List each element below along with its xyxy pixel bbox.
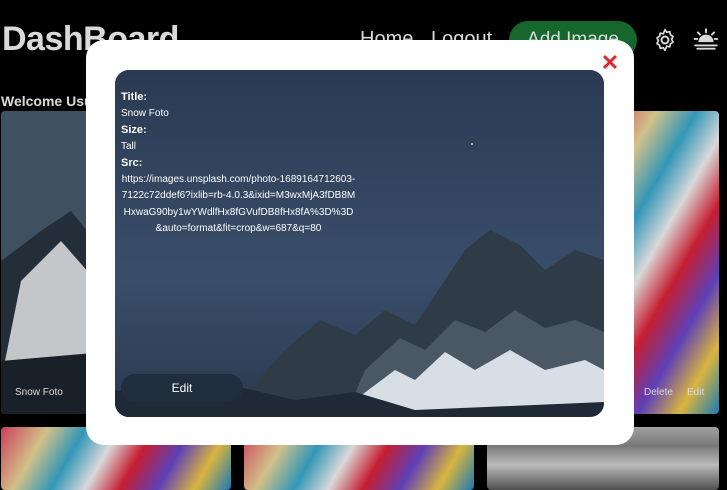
image-info-panel: Title: Snow Foto Size: Tall Src: https:/… <box>121 89 361 238</box>
edit-button[interactable]: Edit <box>121 374 243 402</box>
title-value: Snow Foto <box>121 107 169 119</box>
title-label: Title: <box>121 91 148 103</box>
src-value: https://images.unsplash.com/photo-168916… <box>121 173 356 235</box>
size-value: Tall <box>121 140 137 152</box>
src-label: Src: <box>121 157 143 169</box>
size-label: Size: <box>121 124 147 136</box>
